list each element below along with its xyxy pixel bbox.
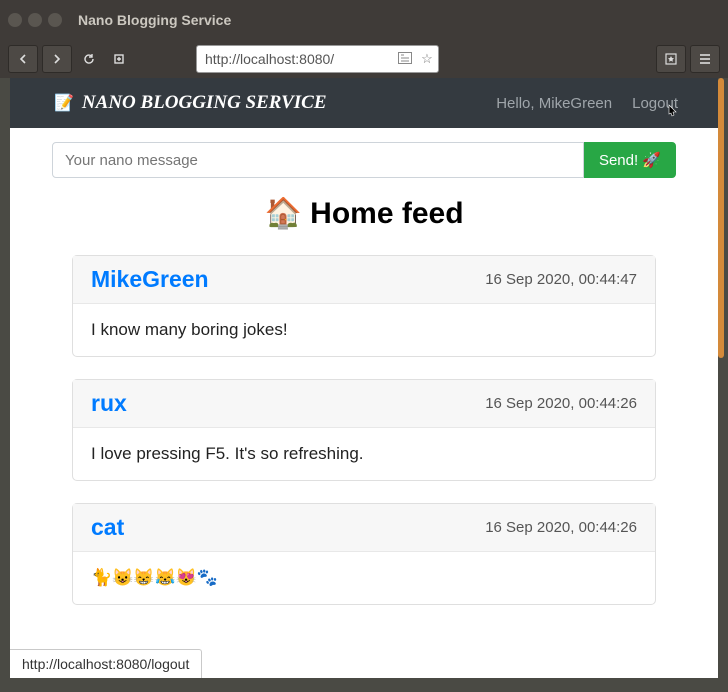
post-timestamp: 16 Sep 2020, 00:44:26 [485,519,637,536]
send-button[interactable]: Send! 🚀 [584,142,676,178]
logout-link[interactable]: Logout [632,95,678,112]
compose-form: Send! 🚀 [52,142,676,178]
post-body: I know many boring jokes! [73,304,655,356]
home-button[interactable] [106,45,132,73]
window-title: Nano Blogging Service [78,12,231,28]
post-timestamp: 16 Sep 2020, 00:44:26 [485,395,637,412]
post-author-link[interactable]: rux [91,390,127,417]
post-card: MikeGreen 16 Sep 2020, 00:44:47 I know m… [72,255,656,357]
window-close-icon[interactable] [8,13,22,27]
brand[interactable]: 📝 NANO BLOGGING SERVICE [54,92,327,114]
window-minimize-icon[interactable] [28,13,42,27]
back-button[interactable] [8,45,38,73]
feed-title: 🏠 Home feed [52,196,676,231]
brand-text: NANO BLOGGING SERVICE [82,92,327,114]
window-titlebar: Nano Blogging Service [0,0,728,40]
message-input[interactable] [52,142,584,178]
app-navbar: 📝 NANO BLOGGING SERVICE Hello, MikeGreen… [10,78,718,128]
post-author-link[interactable]: cat [91,514,124,541]
status-bar: http://localhost:8080/logout [10,649,202,678]
reload-button[interactable] [76,45,102,73]
greeting-text: Hello, MikeGreen [496,95,612,112]
browser-toolbar: ☆ [0,40,728,78]
post-card: rux 16 Sep 2020, 00:44:26 I love pressin… [72,379,656,481]
bookmarks-button[interactable] [656,45,686,73]
window-maximize-icon[interactable] [48,13,62,27]
menu-button[interactable] [690,45,720,73]
scrollbar-thumb[interactable] [718,78,724,358]
url-input[interactable] [197,51,394,67]
forward-button[interactable] [42,45,72,73]
reader-mode-icon[interactable] [394,52,416,67]
post-body: 🐈😺😸😹😻🐾 [73,552,655,604]
url-bar[interactable]: ☆ [196,45,439,73]
scrollbar[interactable] [718,78,724,678]
brand-emoji-icon: 📝 [54,93,74,113]
post-card: cat 16 Sep 2020, 00:44:26 🐈😺😸😹😻🐾 [72,503,656,605]
post-timestamp: 16 Sep 2020, 00:44:47 [485,271,637,288]
post-body: I love pressing F5. It's so refreshing. [73,428,655,480]
post-author-link[interactable]: MikeGreen [91,266,209,293]
page-content: 📝 NANO BLOGGING SERVICE Hello, MikeGreen… [10,78,718,678]
bookmark-star-icon[interactable]: ☆ [416,51,438,67]
